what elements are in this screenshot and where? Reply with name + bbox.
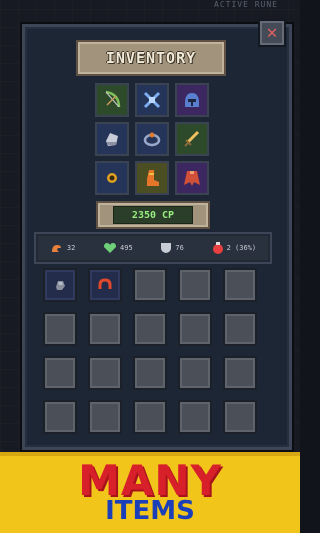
stat-armor: 76 xyxy=(160,242,184,254)
stone-item-icon xyxy=(56,281,65,290)
inventory-slot[interactable] xyxy=(88,268,122,302)
sword-icon xyxy=(184,130,200,147)
promo-subtitle: ITEMS xyxy=(105,496,195,526)
equip-slot-ring[interactable] xyxy=(135,122,169,156)
stat-health-value: 495 xyxy=(120,244,133,252)
combat-power-plaque: 2350 CP xyxy=(96,201,210,229)
stat-strength: 32 xyxy=(50,242,75,254)
inventory-slot[interactable] xyxy=(223,268,257,302)
inventory-slot[interactable] xyxy=(223,400,257,434)
stats-bar: 32 495 76 2 (36%) xyxy=(34,232,272,264)
inventory-slot[interactable] xyxy=(88,356,122,390)
inventory-title: INVENTORY xyxy=(76,40,226,76)
active-rune-label: ACTIVE RUNE xyxy=(214,0,278,9)
stat-crit: 2 (36%) xyxy=(212,242,257,254)
inventory-slot[interactable] xyxy=(133,356,167,390)
amulet-icon xyxy=(107,173,117,183)
equip-slot-boots[interactable] xyxy=(135,161,169,195)
stat-health: 495 xyxy=(103,242,133,254)
ring-icon xyxy=(143,132,161,147)
equip-slot-cape[interactable] xyxy=(175,161,209,195)
inventory-slot[interactable] xyxy=(178,268,212,302)
equip-slot-amulet[interactable] xyxy=(95,161,129,195)
boots-icon xyxy=(147,170,159,186)
crossed-weapons-icon xyxy=(143,91,161,109)
inventory-slot[interactable] xyxy=(43,400,77,434)
health-heart-icon xyxy=(104,243,117,253)
combat-power-value: 2350 CP xyxy=(113,206,193,224)
inventory-slot[interactable] xyxy=(178,356,212,390)
inventory-slot[interactable] xyxy=(178,400,212,434)
inventory-slot[interactable] xyxy=(178,312,212,346)
helmet-icon xyxy=(185,93,199,107)
inventory-slot[interactable] xyxy=(88,312,122,346)
inventory-slot[interactable] xyxy=(43,312,77,346)
close-button[interactable]: ✕ xyxy=(258,19,286,47)
inventory-slot[interactable] xyxy=(43,356,77,390)
inventory-slot[interactable] xyxy=(223,356,257,390)
inventory-slot[interactable] xyxy=(43,268,77,302)
stat-crit-value: 2 (36%) xyxy=(226,244,257,252)
bow-icon xyxy=(105,90,121,108)
equip-slot-weapons[interactable] xyxy=(135,83,169,117)
inventory-slot[interactable] xyxy=(133,312,167,346)
horseshoe-ring-item-icon xyxy=(98,278,112,289)
equip-slot-sword[interactable] xyxy=(175,122,209,156)
gauntlet-icon xyxy=(106,133,118,146)
strength-arm-icon xyxy=(51,245,61,252)
crit-potion-icon xyxy=(212,242,223,254)
equip-slot-bow[interactable] xyxy=(95,83,129,117)
stat-armor-value: 76 xyxy=(175,244,184,252)
inventory-slot[interactable] xyxy=(223,312,257,346)
stat-strength-value: 32 xyxy=(66,244,76,252)
inventory-slot[interactable] xyxy=(133,268,167,302)
armor-shield-icon xyxy=(161,243,172,253)
equip-slot-gauntlet[interactable] xyxy=(95,122,129,156)
close-icon: ✕ xyxy=(266,22,278,43)
cape-icon xyxy=(184,171,200,186)
inventory-slot[interactable] xyxy=(88,400,122,434)
equip-slot-helmet[interactable] xyxy=(175,83,209,117)
inventory-slot[interactable] xyxy=(133,400,167,434)
